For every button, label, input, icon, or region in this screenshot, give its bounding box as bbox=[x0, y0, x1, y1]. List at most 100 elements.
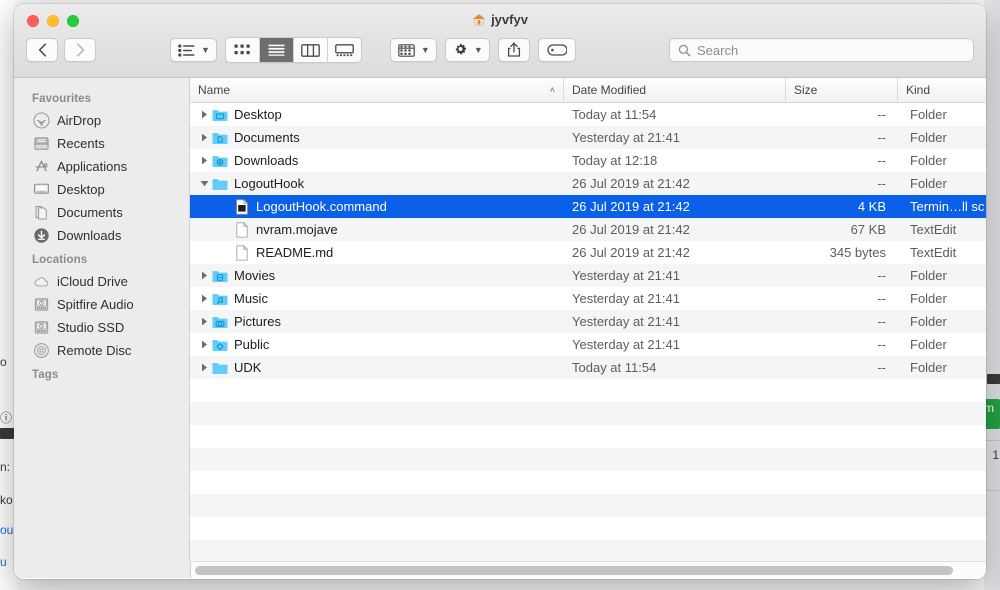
column-view-button[interactable] bbox=[294, 38, 328, 62]
table-row[interactable]: Documents Yesterday at 21:41 -- Folder bbox=[190, 126, 986, 149]
sidebar-item-studio-ssd[interactable]: Studio SSD bbox=[14, 316, 189, 339]
sidebar-item-airdrop[interactable]: AirDrop bbox=[14, 109, 189, 132]
table-row[interactable]: Pictures Yesterday at 21:41 -- Folder bbox=[190, 310, 986, 333]
window-title-bar: jyvfyv bbox=[14, 12, 986, 27]
column-header-date-modified[interactable]: Date Modified bbox=[564, 78, 786, 102]
desktop-icon bbox=[33, 181, 50, 198]
sidebar-item-documents[interactable]: Documents bbox=[14, 201, 189, 224]
background-text-fragment: o bbox=[0, 355, 7, 369]
disclosure-triangle-collapsed-icon[interactable] bbox=[196, 340, 212, 349]
sidebar-item-label: Remote Disc bbox=[57, 343, 132, 358]
tag-icon bbox=[547, 44, 567, 56]
cell-name: nvram.mojave bbox=[190, 221, 564, 238]
recents-icon bbox=[33, 135, 50, 152]
action-menu-button[interactable]: ▼ bbox=[444, 38, 490, 62]
disclosure-triangle-collapsed-icon[interactable] bbox=[196, 363, 212, 372]
sidebar-item-label: Downloads bbox=[57, 228, 122, 243]
cell-kind: Folder bbox=[910, 107, 947, 122]
cell-name: README.md bbox=[190, 244, 564, 261]
empty-row[interactable] bbox=[190, 425, 986, 448]
cell-kind: Folder bbox=[910, 314, 947, 329]
cell-date-modified: Yesterday at 21:41 bbox=[572, 337, 680, 352]
empty-row[interactable] bbox=[190, 471, 986, 494]
disclosure-triangle-collapsed-icon[interactable] bbox=[196, 317, 212, 326]
sidebar-item-spitfire-audio[interactable]: Spitfire Audio bbox=[14, 293, 189, 316]
cell-kind: TextEdit bbox=[910, 222, 957, 237]
tags-button[interactable] bbox=[537, 38, 576, 62]
empty-row[interactable] bbox=[190, 517, 986, 540]
cell-kind: Folder bbox=[910, 337, 947, 352]
disclosure-triangle-collapsed-icon[interactable] bbox=[196, 133, 212, 142]
cell-kind: Folder bbox=[910, 176, 947, 191]
disclosure-triangle-collapsed-icon[interactable] bbox=[196, 156, 212, 165]
sidebar-item-label: Desktop bbox=[57, 182, 105, 197]
file-rows: Desktop Today at 11:54 -- Folder Documents Ye… bbox=[190, 103, 986, 561]
columns-icon bbox=[301, 43, 320, 57]
document-icon bbox=[234, 244, 250, 261]
sidebar-item-label: Recents bbox=[57, 136, 105, 151]
sidebar-item-label: Documents bbox=[57, 205, 123, 220]
background-text-fragment: ko bbox=[0, 493, 13, 507]
table-row[interactable]: Public Yesterday at 21:41 -- Folder bbox=[190, 333, 986, 356]
cell-size: -- bbox=[877, 268, 886, 283]
background-text-fragment: ⓘ bbox=[0, 411, 13, 425]
table-row[interactable]: README.md 26 Jul 2019 at 21:42 345 bytes Te… bbox=[190, 241, 986, 264]
file-name-label: Public bbox=[234, 337, 270, 352]
sidebar-item-downloads[interactable]: Downloads bbox=[14, 224, 189, 247]
cell-size: -- bbox=[877, 291, 886, 306]
column-header-kind[interactable]: Kind bbox=[898, 78, 986, 102]
horizontal-scrollbar[interactable] bbox=[191, 561, 986, 579]
sidebar: Favourites AirDrop Recents Applications Desk… bbox=[14, 78, 190, 561]
column-header-size[interactable]: Size bbox=[786, 78, 898, 102]
table-row[interactable]: Movies Yesterday at 21:41 -- Folder bbox=[190, 264, 986, 287]
cell-kind: Folder bbox=[910, 268, 947, 283]
gallery-view-button[interactable] bbox=[328, 38, 361, 62]
sidebar-item-label: AirDrop bbox=[57, 113, 102, 128]
command-file-icon bbox=[234, 198, 250, 215]
arrange-button[interactable]: ▼ bbox=[389, 38, 437, 62]
folder-movies-icon bbox=[212, 268, 228, 284]
sidebar-item-desktop[interactable]: Desktop bbox=[14, 178, 189, 201]
applications-icon bbox=[33, 158, 50, 175]
table-row[interactable]: nvram.mojave 26 Jul 2019 at 21:42 67 KB Tex… bbox=[190, 218, 986, 241]
sidebar-item-remote-disc[interactable]: Remote Disc bbox=[14, 339, 189, 362]
sidebar-item-icloud-drive[interactable]: iCloud Drive bbox=[14, 270, 189, 293]
horizontal-scrollbar-thumb[interactable] bbox=[195, 566, 953, 575]
chevron-left-icon bbox=[38, 43, 46, 57]
disclosure-triangle-collapsed-icon[interactable] bbox=[196, 294, 212, 303]
disclosure-triangle-expanded-icon[interactable] bbox=[196, 180, 212, 187]
sidebar-item-label: Spitfire Audio bbox=[57, 297, 134, 312]
cell-name: Desktop bbox=[190, 107, 564, 123]
icon-view-button[interactable] bbox=[226, 38, 260, 62]
sidebar-item-recents[interactable]: Recents bbox=[14, 132, 189, 155]
column-header-name[interactable]: Name ˄ bbox=[190, 78, 564, 102]
disclosure-triangle-collapsed-icon[interactable] bbox=[196, 271, 212, 280]
empty-row[interactable] bbox=[190, 494, 986, 517]
empty-row[interactable] bbox=[190, 379, 986, 402]
empty-row[interactable] bbox=[190, 540, 986, 561]
group-by-button[interactable]: ▼ bbox=[170, 38, 217, 62]
sidebar-item-applications[interactable]: Applications bbox=[14, 155, 189, 178]
list-view-button[interactable] bbox=[259, 38, 294, 62]
back-button[interactable] bbox=[26, 38, 58, 62]
table-row[interactable]: UDK Today at 11:54 -- Folder bbox=[190, 356, 986, 379]
table-row[interactable]: LogoutHook.command 26 Jul 2019 at 21:42 4 … bbox=[190, 195, 986, 218]
chevron-right-icon bbox=[76, 43, 84, 57]
table-row[interactable]: LogoutHook 26 Jul 2019 at 21:42 -- Folder bbox=[190, 172, 986, 195]
empty-row[interactable] bbox=[190, 402, 986, 425]
forward-button[interactable] bbox=[64, 38, 96, 62]
cell-kind: Folder bbox=[910, 360, 947, 375]
search-field[interactable]: Search bbox=[669, 38, 974, 62]
cell-size: -- bbox=[877, 107, 886, 122]
background-number-fragment: 1 bbox=[992, 448, 999, 462]
empty-row[interactable] bbox=[190, 448, 986, 471]
disclosure-triangle-collapsed-icon[interactable] bbox=[196, 110, 212, 119]
table-row[interactable]: Desktop Today at 11:54 -- Folder bbox=[190, 103, 986, 126]
table-row[interactable]: Music Yesterday at 21:41 -- Folder bbox=[190, 287, 986, 310]
file-name-label: LogoutHook bbox=[234, 176, 305, 191]
table-row[interactable]: Downloads Today at 12:18 -- Folder bbox=[190, 149, 986, 172]
cell-date-modified: Today at 11:54 bbox=[572, 107, 657, 122]
share-button[interactable] bbox=[497, 38, 530, 62]
cell-kind: Termin…ll sc bbox=[910, 199, 985, 214]
column-headers: Name ˄ Date Modified Size Kind bbox=[190, 78, 986, 103]
